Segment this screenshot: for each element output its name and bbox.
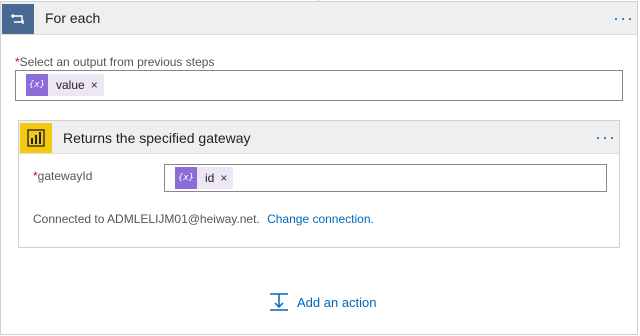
add-action-button[interactable]: Add an action xyxy=(269,292,377,312)
id-token[interactable]: {x} id × xyxy=(175,167,234,189)
foreach-card: For each ··· *Select an output from prev… xyxy=(0,1,638,335)
gateway-id-label-text: gatewayId xyxy=(37,169,93,183)
gateway-id-label: *gatewayId xyxy=(33,169,92,183)
add-action-label: Add an action xyxy=(297,294,377,310)
token-label: value xyxy=(56,78,85,92)
output-field-label-text: Select an output from previous steps xyxy=(19,55,215,69)
foreach-title: For each xyxy=(45,10,101,26)
foreach-header[interactable]: For each ··· xyxy=(1,2,637,35)
expression-icon: {x} xyxy=(175,167,197,189)
remove-token-icon[interactable]: × xyxy=(91,78,104,92)
token-label: id xyxy=(205,171,215,185)
change-connection-link[interactable]: Change connection. xyxy=(267,212,374,226)
action-header[interactable]: Returns the specified gateway ··· xyxy=(19,121,619,154)
connection-info: Connected to ADMLELIJM01@heiway.net. Cha… xyxy=(33,212,374,226)
output-input[interactable]: {x} value × xyxy=(15,70,623,101)
powerbi-icon xyxy=(20,123,52,153)
foreach-more-options-icon[interactable]: ··· xyxy=(613,9,634,27)
gateway-id-input[interactable]: {x} id × xyxy=(164,164,607,192)
expression-icon: {x} xyxy=(26,74,48,96)
action-title: Returns the specified gateway xyxy=(63,130,251,146)
connection-text: Connected to ADMLELIJM01@heiway.net. xyxy=(33,212,260,226)
action-more-options-icon[interactable]: ··· xyxy=(595,128,616,146)
value-token[interactable]: {x} value × xyxy=(26,74,104,96)
add-action-icon xyxy=(270,293,288,311)
remove-token-icon[interactable]: × xyxy=(220,171,233,185)
action-card: Returns the specified gateway ··· *gatew… xyxy=(18,120,620,248)
output-field-label: *Select an output from previous steps xyxy=(15,55,214,69)
loop-icon xyxy=(2,4,34,34)
